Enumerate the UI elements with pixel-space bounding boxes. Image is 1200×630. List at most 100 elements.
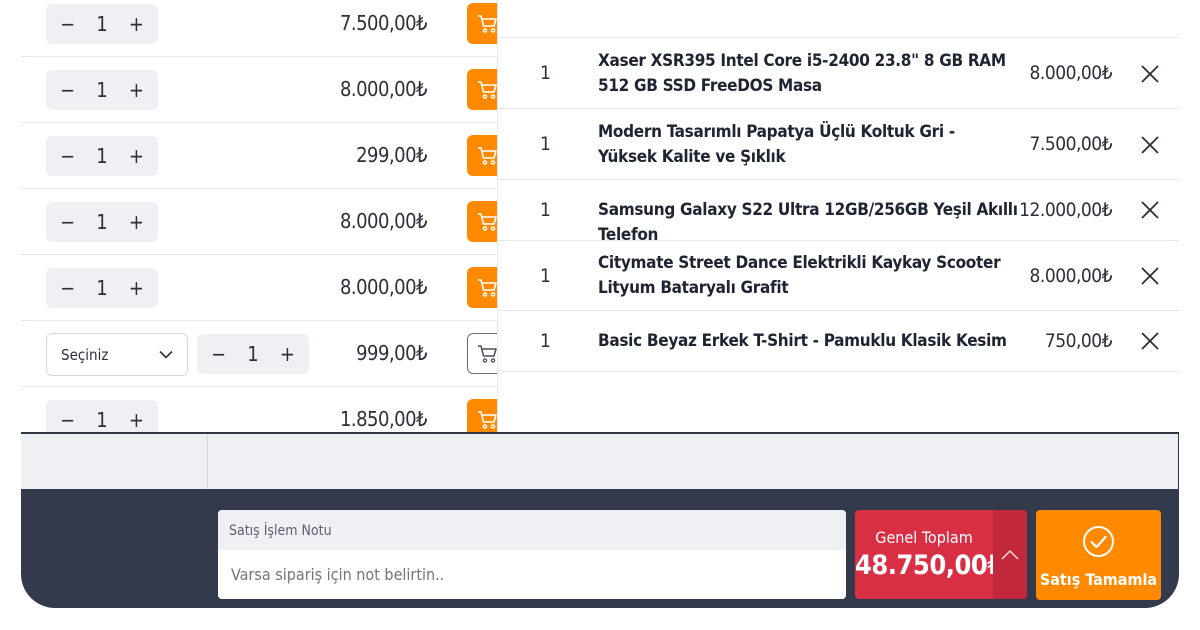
cart-icon: [477, 146, 497, 165]
complete-sale-button[interactable]: Satış Tamamla: [1036, 510, 1161, 600]
variant-select[interactable]: Seçiniz: [46, 333, 188, 376]
increment-button[interactable]: +: [129, 278, 144, 298]
chevron-down-icon: [159, 350, 173, 359]
cart-item-qty: 1: [540, 133, 551, 155]
add-to-cart-button[interactable]: [467, 201, 497, 242]
decrement-button[interactable]: −: [60, 146, 75, 166]
decrement-button[interactable]: −: [60, 80, 75, 100]
decrement-button[interactable]: −: [60, 14, 75, 34]
cart-item: 1 Samsung Galaxy S22 Ultra 12GB/256GB Ye…: [498, 180, 1179, 245]
decrement-button[interactable]: −: [60, 278, 75, 298]
sale-note-label: Satış İşlem Notu: [218, 510, 846, 550]
cart-list-header: [498, 0, 1179, 38]
cart-item-price: 12.000,00₺: [1019, 199, 1112, 221]
cart-item-name: Citymate Street Dance Elektrikli Kaykay …: [598, 253, 1001, 298]
product-price: 8.000,00₺: [339, 209, 428, 233]
product-row: Seçiniz − 1 + 999,00₺: [21, 321, 497, 387]
cart-icon: [477, 14, 497, 33]
add-to-cart-button[interactable]: [467, 333, 497, 374]
sale-note-panel: Satış İşlem Notu: [218, 510, 846, 599]
product-row: − 1 + 8.000,00₺: [21, 57, 497, 123]
variant-select-value: Seçiniz: [61, 345, 109, 364]
quantity-stepper[interactable]: − 1 +: [197, 334, 309, 374]
cart-icon: [477, 410, 497, 429]
increment-button[interactable]: +: [129, 146, 144, 166]
cart-item-price: 8.000,00₺: [1029, 62, 1113, 84]
cart-item-qty: 1: [540, 199, 551, 221]
product-list: − 1 + 7.500,00₺ − 1 + 8.000,00₺ − 1 + 29…: [21, 0, 497, 432]
increment-button[interactable]: +: [129, 80, 144, 100]
product-row: − 1 + 299,00₺: [21, 123, 497, 189]
quantity-value: 1: [96, 276, 108, 300]
quantity-value: 1: [96, 12, 108, 36]
close-icon[interactable]: [1138, 198, 1162, 222]
decrement-button[interactable]: −: [60, 212, 75, 232]
close-icon[interactable]: [1138, 329, 1162, 353]
cart-item: 1 Modern Tasarımlı Papatya Üçlü Koltuk G…: [498, 109, 1179, 180]
add-to-cart-button[interactable]: [467, 135, 497, 176]
pos-window: − 1 + 7.500,00₺ − 1 + 8.000,00₺ − 1 + 29…: [21, 0, 1179, 608]
quantity-stepper[interactable]: − 1 +: [46, 202, 158, 242]
summary-band: [21, 432, 1179, 489]
cart-item: 1 Xaser XSR395 Intel Core i5-2400 23.8" …: [498, 38, 1179, 109]
decrement-button[interactable]: −: [211, 344, 226, 364]
increment-button[interactable]: +: [129, 14, 144, 34]
cart-item-qty: 1: [540, 330, 551, 352]
product-price: 8.000,00₺: [339, 275, 428, 299]
cart-list: 1 Xaser XSR395 Intel Core i5-2400 23.8" …: [497, 0, 1179, 432]
quantity-value: 1: [96, 408, 108, 432]
add-to-cart-button[interactable]: [467, 267, 497, 308]
quantity-value: 1: [96, 78, 108, 102]
quantity-value: 1: [96, 210, 108, 234]
cart-icon: [477, 344, 497, 363]
cart-item-price: 8.000,00₺: [1029, 265, 1113, 287]
cart-icon: [477, 278, 497, 297]
close-icon[interactable]: [1138, 62, 1162, 86]
cart-item-price: 7.500,00₺: [1029, 133, 1113, 155]
quantity-value: 1: [96, 144, 108, 168]
increment-button[interactable]: +: [129, 212, 144, 232]
checkout-footer: Satış İşlem Notu Genel Toplam 48.750,00₺…: [21, 489, 1179, 608]
product-price: 299,00₺: [356, 143, 427, 167]
close-icon[interactable]: [1138, 133, 1162, 157]
quantity-stepper[interactable]: − 1 +: [46, 4, 158, 44]
product-row: − 1 + 7.500,00₺: [21, 0, 497, 57]
cart-icon: [477, 212, 497, 231]
increment-button[interactable]: +: [280, 344, 295, 364]
cart-item: 1 Basic Beyaz Erkek T-Shirt - Pamuklu Kl…: [498, 311, 1179, 372]
cart-item-qty: 1: [540, 265, 551, 287]
product-row: − 1 + 1.850,00₺: [21, 387, 497, 432]
quantity-stepper[interactable]: − 1 +: [46, 136, 158, 176]
increment-button[interactable]: +: [129, 410, 144, 430]
grand-total-value: 48.750,00₺: [855, 550, 1004, 581]
close-icon[interactable]: [1138, 264, 1162, 288]
cart-item: 1 Citymate Street Dance Elektrikli Kayka…: [498, 241, 1179, 311]
add-to-cart-button[interactable]: [467, 69, 497, 110]
divider: [207, 434, 208, 489]
quantity-stepper[interactable]: − 1 +: [46, 400, 158, 432]
grand-total-panel: Genel Toplam 48.750,00₺: [855, 510, 1027, 599]
chevron-up-icon: [1001, 549, 1019, 560]
cart-item-name: Basic Beyaz Erkek T-Shirt - Pamuklu Klas…: [598, 331, 1007, 351]
product-price: 1.850,00₺: [339, 407, 428, 431]
product-row: − 1 + 8.000,00₺: [21, 189, 497, 255]
check-circle-icon: [1083, 526, 1114, 557]
expand-total-button[interactable]: [993, 510, 1027, 599]
add-to-cart-button[interactable]: [467, 3, 497, 44]
cart-icon: [477, 80, 497, 99]
cart-item-name: Xaser XSR395 Intel Core i5-2400 23.8" 8 …: [598, 51, 1006, 96]
decrement-button[interactable]: −: [60, 410, 75, 430]
product-price: 7.500,00₺: [339, 11, 428, 35]
product-price: 999,00₺: [356, 341, 427, 365]
product-price: 8.000,00₺: [339, 77, 428, 101]
cart-item-qty: 1: [540, 62, 551, 84]
complete-sale-label: Satış Tamamla: [1039, 570, 1158, 589]
cart-item-name: Modern Tasarımlı Papatya Üçlü Koltuk Gri…: [598, 122, 955, 167]
grand-total-label: Genel Toplam: [875, 528, 973, 547]
add-to-cart-button[interactable]: [467, 399, 497, 432]
quantity-stepper[interactable]: − 1 +: [46, 70, 158, 110]
quantity-stepper[interactable]: − 1 +: [46, 268, 158, 308]
quantity-value: 1: [247, 342, 259, 366]
sale-note-input[interactable]: [218, 550, 846, 599]
product-row: − 1 + 8.000,00₺: [21, 255, 497, 321]
